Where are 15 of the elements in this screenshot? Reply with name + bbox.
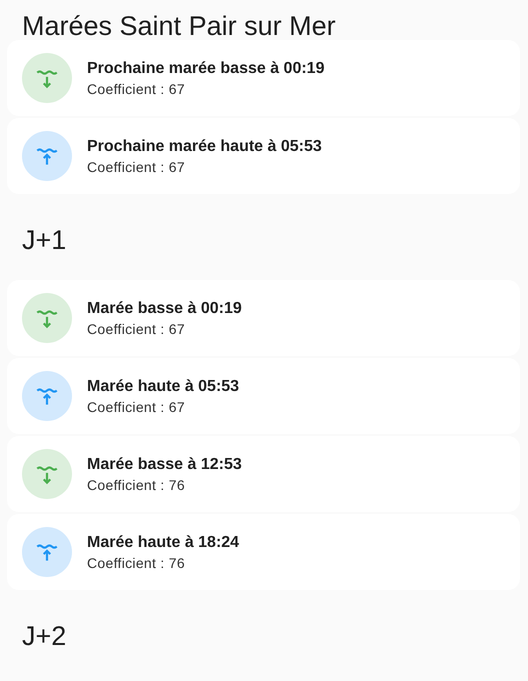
tide-time: Marée haute à 18:24 [87,534,240,552]
tide-coefficient: Coefficient : 67 [87,320,186,336]
tide-time: Marée haute à 05:53 [87,378,240,396]
tide-coefficient: Coefficient : 67 [87,158,186,174]
tide-time: Prochaine marée haute à 05:53 [87,138,322,156]
section-heading: J+2 [21,620,68,652]
tide-time: Prochaine marée basse à 00:19 [87,60,324,78]
tide-time: Marée basse à 00:19 [87,300,242,318]
tide-coefficient: Coefficient : 67 [87,398,186,414]
section-heading: Marées Saint Pair sur Mer [21,12,337,40]
tide-coefficient: Coefficient : 76 [87,476,186,492]
section-heading: J+1 [21,224,68,256]
tide-time: Marée basse à 12:53 [87,456,242,474]
tide-coefficient: Coefficient : 67 [87,80,186,96]
tide-coefficient: Coefficient : 76 [87,554,186,570]
